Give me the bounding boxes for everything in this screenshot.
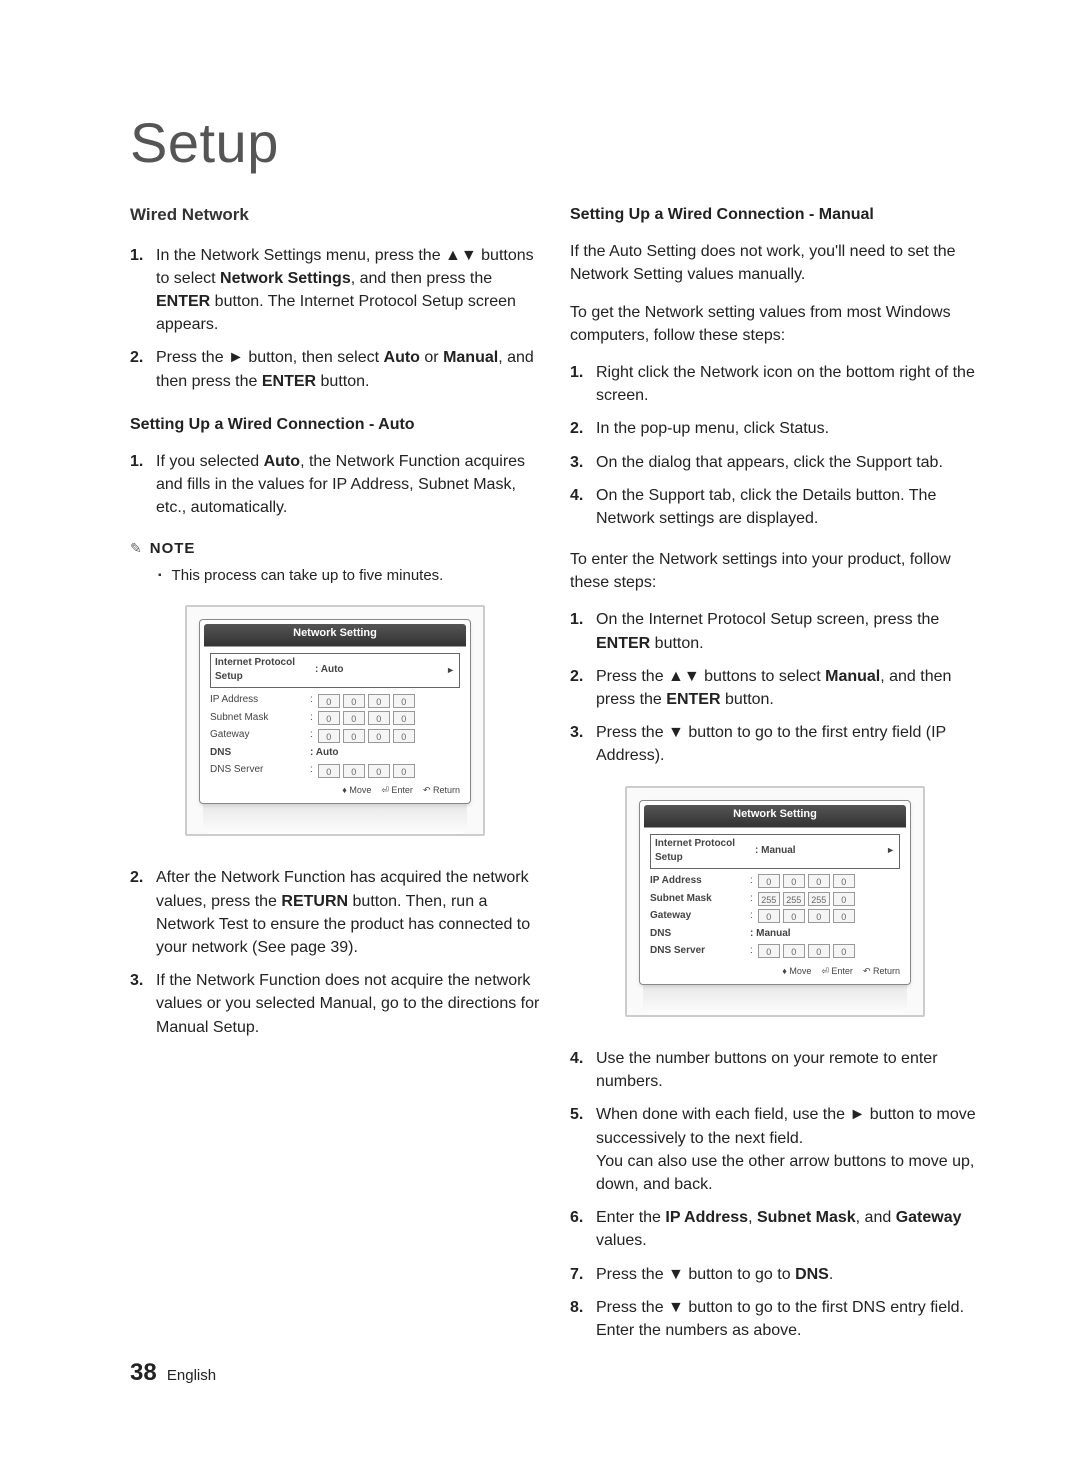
note-row: ✎ NOTE bbox=[130, 538, 540, 560]
step-text: In the Network Settings menu, press the … bbox=[156, 244, 540, 337]
chapter-title: Setup bbox=[130, 110, 980, 175]
protocol-setup-row: Internet Protocol Setup : Auto ► bbox=[210, 653, 460, 688]
right-column: Setting Up a Wired Connection - Manual I… bbox=[570, 203, 980, 1360]
step-text: Press the ► button, then select Auto or … bbox=[156, 346, 540, 392]
left-column: Wired Network 1. In the Network Settings… bbox=[130, 203, 540, 1360]
note-bullet: This process can take up to five minutes… bbox=[158, 565, 540, 587]
manual-para3: To enter the Network settings into your … bbox=[570, 548, 980, 594]
step-number: 2. bbox=[130, 866, 156, 959]
page-number: 38 bbox=[130, 1359, 157, 1386]
chevron-right-icon: ► bbox=[446, 664, 455, 677]
step-text: If the Network Function does not acquire… bbox=[156, 969, 540, 1039]
note-label: NOTE bbox=[150, 538, 196, 560]
enter-steps-b: 4.Use the number buttons on your remote … bbox=[570, 1047, 980, 1342]
intro-steps: 1. In the Network Settings menu, press t… bbox=[130, 244, 540, 393]
dialog-footer: ♦ Move ⏎ Enter ↶ Return bbox=[782, 965, 900, 978]
dialog-footer: ♦ Move ⏎ Enter ↶ Return bbox=[342, 784, 460, 797]
note-bullets: This process can take up to five minutes… bbox=[158, 565, 540, 587]
manual-para1: If the Auto Setting does not work, you'l… bbox=[570, 240, 980, 286]
protocol-setup-row: Internet Protocol Setup : Manual ► bbox=[650, 834, 900, 869]
step-text: If you selected Auto, the Network Functi… bbox=[156, 450, 540, 520]
step-number: 1. bbox=[130, 450, 156, 520]
network-setting-manual-screenshot: Network Setting Internet Protocol Setup … bbox=[625, 786, 925, 1017]
dialog-title: Network Setting bbox=[204, 624, 466, 647]
page-footer: 38 English bbox=[130, 1359, 216, 1387]
step-text: After the Network Function has acquired … bbox=[156, 866, 540, 959]
page-language: English bbox=[167, 1367, 216, 1384]
auto-heading: Setting Up a Wired Connection - Auto bbox=[130, 413, 540, 436]
step-number: 3. bbox=[130, 969, 156, 1039]
step-number: 2. bbox=[130, 346, 156, 392]
note-icon: ✎ bbox=[130, 538, 142, 558]
post-auto-steps: 2. After the Network Function has acquir… bbox=[130, 866, 540, 1038]
manual-heading: Setting Up a Wired Connection - Manual bbox=[570, 203, 980, 226]
windows-steps: 1.Right click the Network icon on the bo… bbox=[570, 361, 980, 530]
manual-para2: To get the Network setting values from m… bbox=[570, 301, 980, 347]
auto-steps: 1. If you selected Auto, the Network Fun… bbox=[130, 450, 540, 520]
dialog-title: Network Setting bbox=[644, 805, 906, 828]
network-setting-auto-screenshot: Network Setting Internet Protocol Setup … bbox=[185, 605, 485, 836]
wired-network-heading: Wired Network bbox=[130, 203, 540, 228]
enter-steps-a: 1.On the Internet Protocol Setup screen,… bbox=[570, 608, 980, 767]
step-number: 1. bbox=[130, 244, 156, 337]
chevron-right-icon: ► bbox=[886, 844, 895, 857]
